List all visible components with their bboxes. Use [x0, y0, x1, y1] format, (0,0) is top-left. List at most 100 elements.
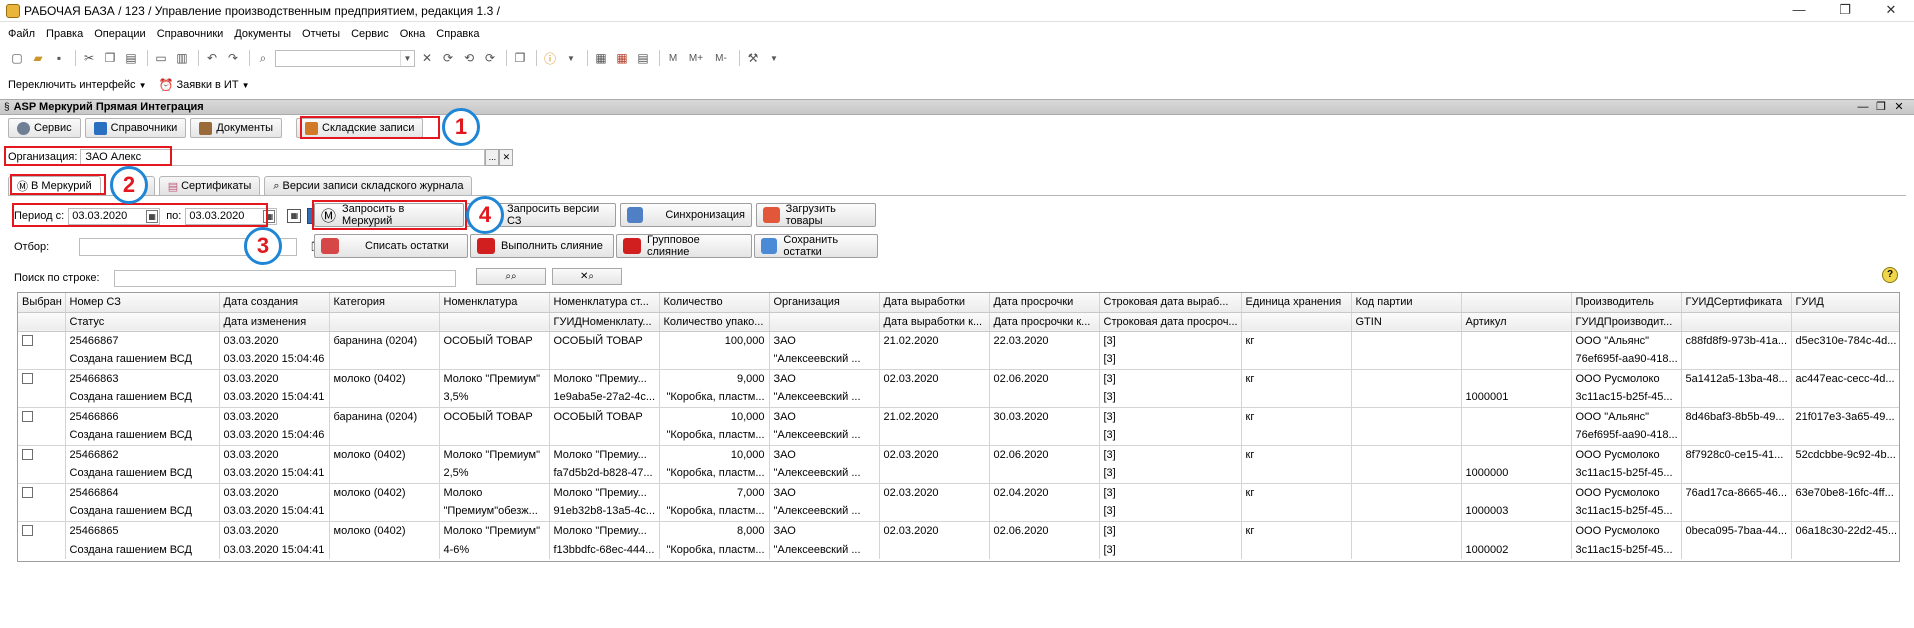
column-subheader[interactable]: GTIN — [1351, 312, 1462, 332]
search-string-input[interactable] — [113, 269, 456, 287]
table-row-detail[interactable]: Создана гашением ВСД 03.03.2020 15:04:41 "… — [18, 502, 1899, 521]
column-header[interactable]: Дата создания — [219, 293, 330, 313]
column-subheader[interactable] — [1241, 312, 1352, 332]
table-row-detail[interactable]: Создана гашением ВСД 03.03.2020 15:04:41 4… — [18, 540, 1899, 559]
memory-plus-icon[interactable]: M+ — [685, 49, 707, 67]
row-checkbox[interactable] — [22, 373, 33, 385]
column-header[interactable]: Выбран — [18, 293, 66, 313]
column-subheader[interactable]: Количество упако... — [659, 312, 770, 332]
period-calendar-icon[interactable]: ▦ — [287, 209, 302, 223]
group-merge-button[interactable]: Групповое слияние — [616, 234, 752, 258]
menu-operations[interactable]: Операции — [94, 28, 145, 40]
table-row-detail[interactable]: Создана гашением ВСД 03.03.2020 15:04:46 "… — [18, 426, 1899, 445]
column-subheader[interactable]: Дата выработки к... — [879, 312, 990, 332]
cut-icon[interactable]: ✂ — [80, 49, 98, 67]
column-header[interactable]: Номенклатура — [439, 293, 550, 313]
tab-service[interactable]: Сервис — [8, 118, 81, 138]
open-folder-icon[interactable]: ▰ — [29, 49, 47, 67]
chevron-down-icon[interactable]: ▼ — [765, 49, 783, 67]
menu-catalogs[interactable]: Справочники — [157, 28, 224, 40]
print-icon[interactable]: ▭ — [152, 49, 170, 67]
tab-catalogs[interactable]: Справочники — [84, 118, 187, 138]
row-checkbox[interactable] — [22, 525, 33, 537]
column-subheader[interactable]: ГУИДПроизводит... — [1571, 312, 1682, 332]
switch-interface-button[interactable]: Переключить интерфейс ▼ — [8, 79, 147, 91]
table-row[interactable]: 25466864 03.03.2020 молоко (0402) Молоко Мол… — [18, 482, 1899, 502]
close-icon[interactable]: ✕ — [1890, 100, 1908, 114]
load-goods-button[interactable]: Загрузить товары — [756, 203, 876, 227]
menu-documents[interactable]: Документы — [234, 28, 291, 40]
close-icon[interactable]: ✕ — [1868, 0, 1914, 22]
undo-icon[interactable]: ↶ — [203, 49, 221, 67]
chevron-down-icon[interactable]: ▼ — [562, 49, 580, 67]
menu-windows[interactable]: Окна — [400, 28, 426, 40]
find-next-icon[interactable]: ⟳ — [439, 49, 457, 67]
windows-icon[interactable]: ❐ — [511, 49, 529, 67]
column-header[interactable]: Производитель — [1571, 293, 1682, 313]
minimize-icon[interactable]: — — [1854, 100, 1872, 114]
row-checkbox[interactable] — [22, 411, 33, 423]
column-subheader[interactable]: Артикул — [1461, 312, 1572, 332]
info-icon[interactable]: ⓘ — [541, 49, 559, 67]
minimize-icon[interactable]: — — [1776, 0, 1822, 22]
table-row-detail[interactable]: Создана гашением ВСД 03.03.2020 15:04:46 "… — [18, 350, 1899, 369]
menu-file[interactable]: Файл — [8, 28, 35, 40]
copy-icon[interactable]: ❐ — [101, 49, 119, 67]
table-row[interactable]: 25466862 03.03.2020 молоко (0402) Молоко "П… — [18, 444, 1899, 464]
table-row[interactable]: 25466866 03.03.2020 баранина (0204) ОСОБЫЙ … — [18, 406, 1899, 426]
column-header[interactable]: Единица хранения — [1241, 293, 1352, 313]
grid-icon[interactable]: ▤ — [634, 49, 652, 67]
calendar-icon[interactable]: ▦ — [613, 49, 631, 67]
column-subheader[interactable] — [1681, 312, 1792, 332]
column-subheader[interactable]: Строковая дата просроч... — [1099, 312, 1242, 332]
save-rest-button[interactable]: Сохранить остатки — [754, 234, 878, 258]
column-header[interactable]: Код партии — [1351, 293, 1462, 313]
column-subheader[interactable] — [1791, 312, 1899, 332]
restore-icon[interactable]: ❐ — [1872, 100, 1890, 114]
memory-icon[interactable]: M — [664, 49, 682, 67]
tab-journal-versions[interactable]: ⌕ Версии записи складского журнала — [264, 176, 473, 195]
clear-search-icon[interactable]: ✕ — [418, 49, 436, 67]
column-header[interactable]: Номер СЗ — [65, 293, 220, 313]
column-header[interactable]: Дата выработки — [879, 293, 990, 313]
chevron-down-icon[interactable]: ▼ — [400, 50, 414, 66]
write-off-button[interactable]: Списать остатки — [314, 234, 468, 258]
column-subheader[interactable]: Статус — [65, 312, 220, 332]
select-organization-button[interactable]: ... — [485, 148, 500, 166]
menu-service[interactable]: Сервис — [351, 28, 389, 40]
find-all-icon[interactable]: ⟳ — [481, 49, 499, 67]
redo-icon[interactable]: ↷ — [224, 49, 242, 67]
clear-organization-button[interactable]: ✕ — [499, 148, 514, 166]
search-icon[interactable]: ⌕ — [254, 49, 272, 67]
tools-icon[interactable]: ⚒ — [744, 49, 762, 67]
column-header[interactable] — [1461, 293, 1572, 313]
print-preview-icon[interactable]: ▥ — [173, 49, 191, 67]
find-button[interactable]: ⌕⌕ — [476, 268, 546, 285]
table-row[interactable]: 25466867 03.03.2020 баранина (0204) ОСОБЫЙ … — [18, 330, 1899, 350]
table-row[interactable]: 25466863 03.03.2020 молоко (0402) Молоко "П… — [18, 368, 1899, 388]
help-icon[interactable]: ? — [1882, 267, 1898, 283]
menu-reports[interactable]: Отчеты — [302, 28, 340, 40]
column-header[interactable]: Строковая дата выраб... — [1099, 293, 1242, 313]
row-checkbox[interactable] — [22, 335, 33, 347]
memory-minus-icon[interactable]: M- — [710, 49, 732, 67]
table-row[interactable]: 25466865 03.03.2020 молоко (0402) Молоко "П… — [18, 520, 1899, 540]
it-requests-button[interactable]: ⏰ Заявки в ИТ ▼ — [159, 78, 250, 92]
column-subheader[interactable] — [18, 312, 66, 332]
column-subheader[interactable]: ГУИДНоменклату... — [549, 312, 660, 332]
sync-button[interactable]: Синхронизация — [620, 203, 752, 227]
tab-certificates[interactable]: ▤ Сертификаты — [158, 176, 261, 195]
row-checkbox[interactable] — [22, 449, 33, 461]
column-subheader[interactable]: Дата изменения — [219, 312, 330, 332]
restore-icon[interactable]: ❐ — [1822, 0, 1868, 22]
menu-help[interactable]: Справка — [436, 28, 479, 40]
find-prev-icon[interactable]: ⟲ — [460, 49, 478, 67]
calculator-icon[interactable]: ▦ — [592, 49, 610, 67]
column-subheader[interactable] — [769, 312, 880, 332]
column-subheader[interactable] — [329, 312, 440, 332]
merge-button[interactable]: Выполнить слияние — [470, 234, 614, 258]
paste-icon[interactable]: ▤ — [122, 49, 140, 67]
save-icon[interactable]: ▪ — [50, 49, 68, 67]
column-subheader[interactable] — [439, 312, 550, 332]
column-header[interactable]: Дата просрочки — [989, 293, 1100, 313]
